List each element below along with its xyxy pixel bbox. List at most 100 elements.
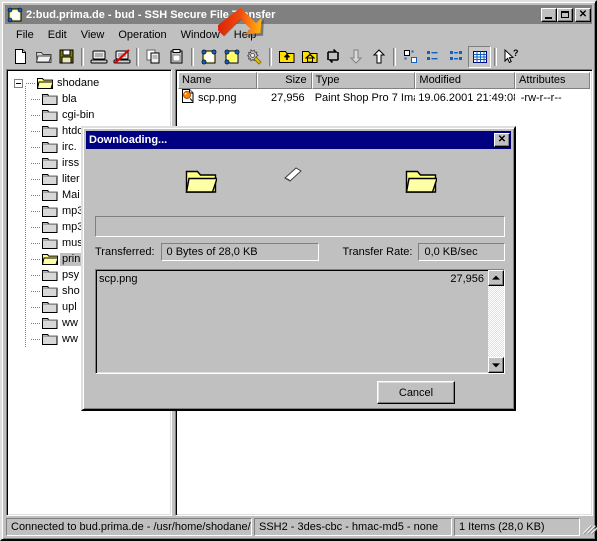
tree-item-bla[interactable]: bla [14,91,169,107]
tree-item-label: upl [62,300,77,313]
tree-connector-dots [31,283,42,299]
menu-item-view[interactable]: View [74,27,112,43]
new-file-transfer-window-icon[interactable] [197,46,220,68]
folder-icon [42,188,58,202]
close-button[interactable]: ✕ [575,7,591,22]
column-header-modified[interactable]: Modified [415,72,516,89]
large-icons-view-icon[interactable] [399,46,422,68]
file-type: Paint Shop Pro 7 Image [314,91,416,104]
scroll-down-button[interactable] [488,357,504,373]
tree-item-cgi-bin[interactable]: cgi-bin [14,107,169,123]
folder-icon [42,108,58,122]
small-icons-view-icon[interactable] [422,46,445,68]
caption-buttons: ✕ [541,7,591,22]
context-help-icon[interactable]: ? [500,46,523,68]
folder-icon [42,204,58,218]
file-size: 27,956 [271,91,305,104]
transfer-animation [93,154,506,212]
menu-item-window[interactable]: Window [174,27,227,43]
tree-item-label: cgi-bin [62,108,95,121]
transfer-stats: Transferred: 0 Bytes of 28,0 KB Transfer… [95,243,505,261]
paste-icon[interactable] [165,46,188,68]
column-header-name[interactable]: Name [178,72,258,89]
home-folder-icon[interactable] [298,46,321,68]
download-queue-list[interactable]: scp.png 27,956 [95,269,505,374]
open-folder-icon [41,252,59,266]
open-folder-icon [405,166,438,196]
menu-item-operation[interactable]: Operation [111,27,173,43]
list-view-icon[interactable] [445,46,468,68]
tree-connector-dots [31,91,42,107]
tree-item-label: bla [62,92,77,105]
toolbar-separator [269,47,272,66]
disconnect-icon[interactable] [110,46,133,68]
maximize-button[interactable] [557,7,573,22]
column-header-type[interactable]: Type [311,72,416,89]
folder-icon [42,300,58,314]
new-terminal-window-icon[interactable] [220,46,243,68]
refresh-icon[interactable] [321,46,344,68]
settings-gear-icon[interactable] [243,46,266,68]
save-disk-icon[interactable] [55,46,78,68]
column-header-attributes[interactable]: Attributes [515,72,590,89]
toolbar-separator [393,47,396,66]
cancel-button[interactable]: Cancel [377,381,455,404]
tree-connector-dots [31,107,42,123]
tree-connector-dots [31,235,42,251]
download-arrow-icon[interactable] [344,46,367,68]
folder-icon [42,172,58,186]
column-header-size[interactable]: Size [257,72,312,89]
tree-item-root[interactable]: shodane [14,75,169,91]
collapse-toggle-icon[interactable] [14,78,23,88]
new-document-icon[interactable] [9,46,32,68]
status-connection: Connected to bud.prima.de - /usr/home/sh… [6,517,252,536]
main-window: 2:bud.prima.de - bud - SSH Secure File T… [0,0,597,541]
vertical-scrollbar[interactable] [488,270,504,373]
downloading-dialog: Downloading... ✕ Transferred: 0 Bytes of… [81,126,516,411]
transfer-rate-label: Transfer Rate: [342,246,413,258]
minimize-button[interactable] [541,7,557,22]
tree-connector-dots [31,299,42,315]
upload-arrow-icon[interactable] [367,46,390,68]
connect-computer-icon[interactable] [87,46,110,68]
chevron-down-icon [492,363,500,368]
scroll-up-button[interactable] [488,270,504,286]
dialog-title: Downloading... [89,134,168,146]
open-folder-icon[interactable] [32,46,55,68]
menu-item-file[interactable]: File [9,27,41,43]
title-bar: 2:bud.prima.de - bud - SSH Secure File T… [5,5,592,24]
toolbar: ? [5,44,592,69]
list-item[interactable]: scp.png 27,956 [96,272,488,286]
menu-item-edit[interactable]: Edit [41,27,74,43]
copy-icon[interactable] [142,46,165,68]
scrollbar-track[interactable] [488,286,504,357]
tree-item-label: prin [60,252,83,266]
up-one-level-icon[interactable] [275,46,298,68]
menu-item-help[interactable]: Help [227,27,264,43]
folder-icon [42,332,58,346]
table-row[interactable]: scp.png 27,956 Paint Shop Pro 7 Image 19… [178,89,590,106]
tree-item-label: psy [62,268,80,281]
tree-connector-dots [31,187,42,203]
ssh-file-transfer-icon [7,7,23,23]
details-view-icon[interactable] [468,45,491,68]
resize-grip[interactable] [581,520,597,534]
queue-file-name: scp.png [99,273,138,285]
tree-connector-dots [31,139,42,155]
folder-icon [42,236,58,250]
transferred-label: Transferred: [95,246,155,258]
dialog-close-button[interactable]: ✕ [494,133,510,147]
file-attributes: -rw-r--r-- [520,91,562,104]
